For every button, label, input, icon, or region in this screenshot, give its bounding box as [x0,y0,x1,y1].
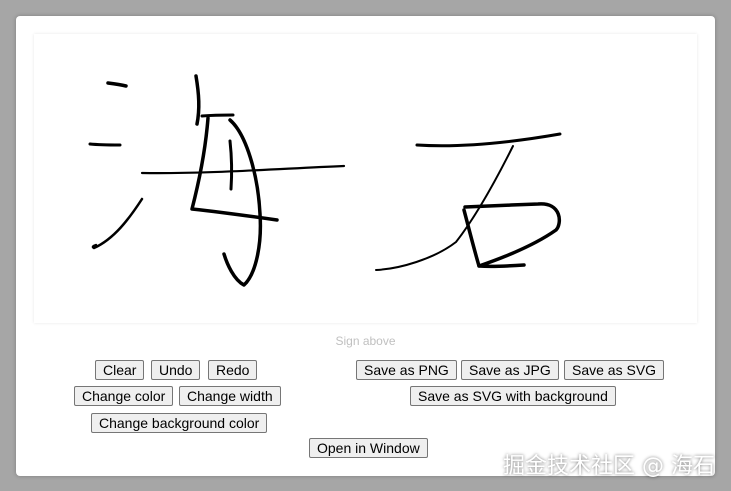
redo-button[interactable]: Redo [208,360,258,380]
stroke [200,113,235,118]
clear-button[interactable]: Clear [95,360,145,380]
stroke [140,164,346,175]
save-jpg-button[interactable]: Save as JPG [461,360,559,380]
undo-button[interactable]: Undo [151,360,201,380]
stroke [88,142,122,147]
stroke [463,202,562,268]
watermark: 掘金技术社区 @ 海石 [503,454,715,479]
change-color-button[interactable]: Change color [74,386,174,406]
stroke [194,74,201,126]
signature-hint: Sign above [335,334,396,348]
stroke [106,81,128,88]
change-width-button[interactable]: Change width [179,386,281,406]
signature-canvas[interactable] [34,34,697,323]
change-background-color-button[interactable]: Change background color [91,413,268,433]
save-svg-button[interactable]: Save as SVG [564,360,665,380]
signature-card: Sign above Clear Undo Redo Change color … [16,16,715,476]
stroke [415,132,562,148]
stroke [228,139,234,191]
stroke [91,197,144,250]
save-svg-background-button[interactable]: Save as SVG with background [410,386,616,406]
open-in-window-button[interactable]: Open in Window [309,438,428,458]
save-png-button[interactable]: Save as PNG [356,360,457,380]
stroke [375,145,514,271]
signature-drawing [88,74,562,287]
